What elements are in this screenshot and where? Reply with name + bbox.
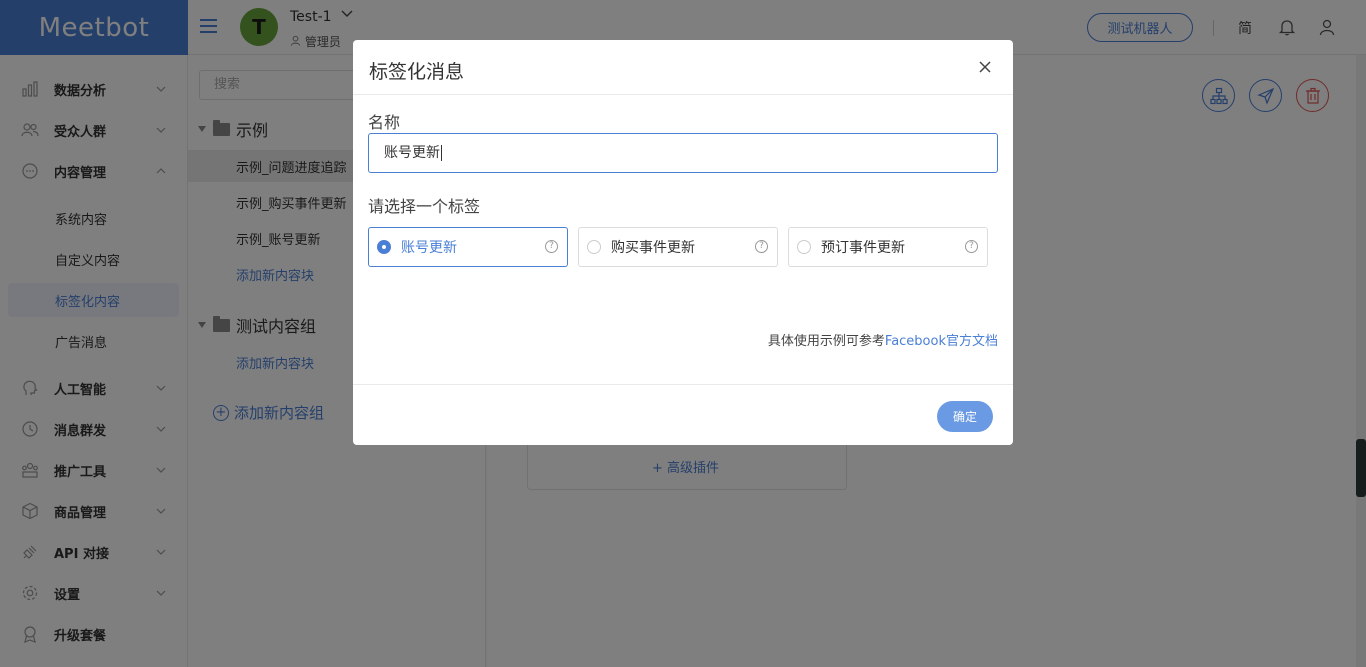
name-label: 名称: [368, 113, 401, 132]
close-icon[interactable]: [977, 59, 993, 75]
reference-text: 具体使用示例可参考: [767, 334, 885, 349]
tag-option-account-update[interactable]: 账号更新 ?: [368, 227, 568, 267]
reference-note: 具体使用示例可参考Facebook官方文档: [768, 330, 998, 349]
name-input-value: 账号更新: [384, 145, 440, 161]
help-icon[interactable]: ?: [965, 240, 978, 253]
tag-label: 请选择一个标签: [368, 197, 481, 216]
tag-option-reservation-update[interactable]: 预订事件更新 ?: [788, 227, 988, 267]
radio-button[interactable]: [797, 240, 811, 254]
help-icon[interactable]: ?: [755, 240, 768, 253]
tag-option-purchase-update[interactable]: 购买事件更新 ?: [578, 227, 778, 267]
tag-option-label: 预订事件更新: [821, 240, 905, 256]
name-input[interactable]: 账号更新: [368, 133, 998, 173]
tag-option-label: 账号更新: [401, 240, 457, 256]
tag-option-label: 购买事件更新: [611, 240, 695, 256]
radio-button[interactable]: [377, 240, 391, 254]
dialog-footer-divider: [353, 384, 1013, 385]
confirm-button[interactable]: 确定: [937, 401, 993, 432]
help-icon[interactable]: ?: [545, 240, 558, 253]
radio-button[interactable]: [587, 240, 601, 254]
dialog-header: 标签化消息: [353, 40, 1013, 95]
tagged-message-dialog: 标签化消息 名称 账号更新 请选择一个标签 账号更新 ? 购买事件更新 ? 预订…: [353, 40, 1013, 445]
dialog-title: 标签化消息: [369, 61, 465, 83]
facebook-docs-link[interactable]: Facebook官方文档: [885, 334, 998, 349]
